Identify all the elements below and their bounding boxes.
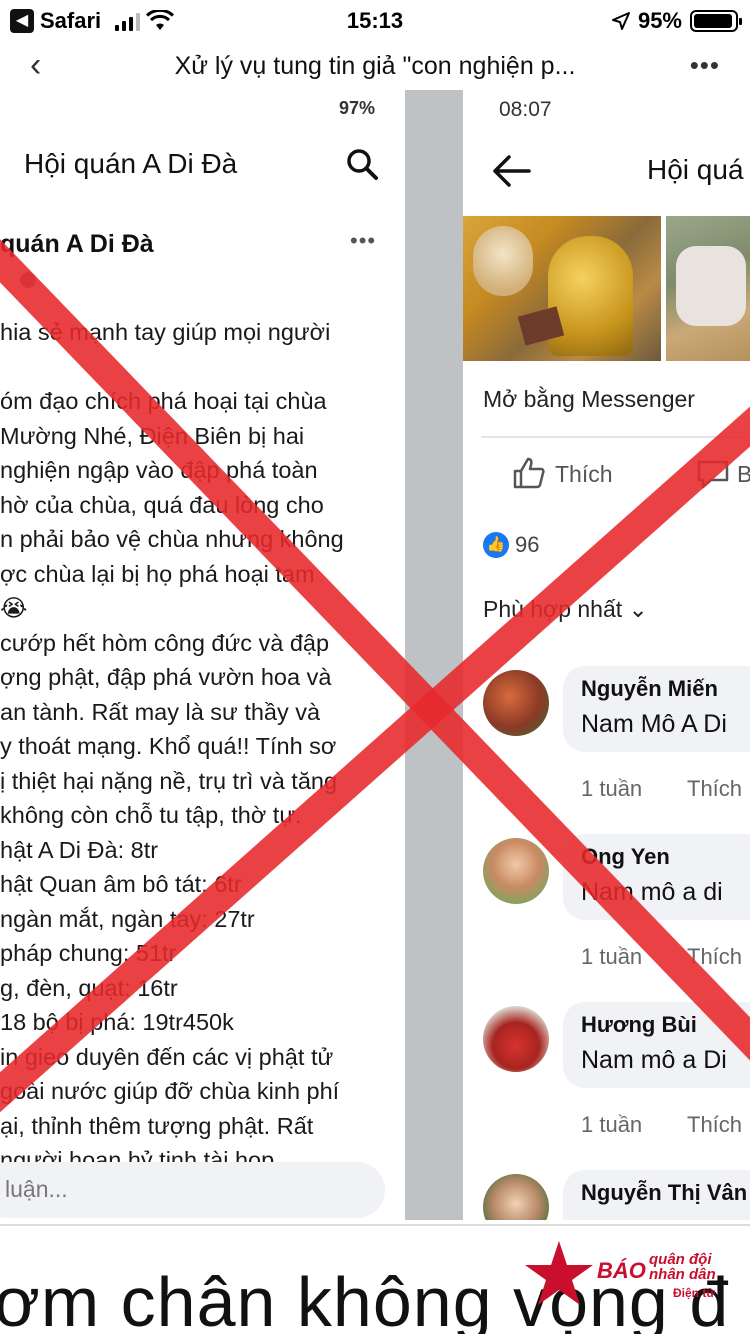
facebook-post-screenshot: 97% Hội quán A Di Đà quán A Di Đà ••• hi… — [0, 90, 405, 1220]
avatar — [483, 838, 549, 904]
like-badge-icon: 👍 — [483, 532, 509, 558]
separator — [481, 436, 750, 438]
post-body-line: ại, thỉnh thêm tượng phật. Rất — [0, 1112, 314, 1139]
post-body-text: hia sẻ mạnh tay giúp mọi người óm đạo chí… — [0, 315, 400, 1178]
screenshot-divider — [405, 90, 463, 1220]
logo-text-bao: BÁO — [597, 1258, 646, 1283]
logo-text-dien-tu: Điện tử — [673, 1286, 716, 1300]
post-body-line: không còn chỗ tu tập, thờ tự. — [0, 802, 302, 828]
reaction-summary: 👍 96 — [483, 532, 539, 558]
post-body-line: g, đèn, quạt: 16tr — [0, 974, 178, 1001]
avatar — [483, 1174, 549, 1220]
post-body-line: an tành. Rất may là sư thầy và — [0, 698, 321, 725]
comment-text: Nam mô a di — [581, 878, 723, 906]
comment-bubble-icon — [697, 460, 729, 489]
page-title: Xử lý vụ tung tin giả "con nghiện p... — [174, 52, 576, 80]
more-horizontal-icon: ••• — [350, 228, 377, 253]
search-icon — [347, 149, 378, 180]
post-body-line: ngàn mắt, ngàn tay: 27tr — [0, 905, 255, 932]
red-star-icon — [525, 1241, 593, 1305]
post-body-line — [0, 350, 400, 385]
screenshot-time: 08:07 — [499, 98, 552, 121]
post-body-line: ợng phật, đập phá vườn hoa và — [0, 664, 332, 690]
location-arrow-icon — [611, 12, 630, 30]
article-image[interactable]: 97% Hội quán A Di Đà quán A Di Đà ••• hi… — [0, 90, 750, 1220]
logo-text-nhan-dan: nhân dân — [649, 1266, 716, 1283]
comment-time: 1 tuần — [581, 1112, 643, 1137]
battery-icon — [690, 10, 742, 32]
thumbs-up-icon — [513, 457, 545, 489]
comment-time: 1 tuần — [581, 776, 643, 801]
battery-level — [694, 14, 732, 28]
comment-item: Nguyễn Miến Nam Mô A Di 1 tuần Thích — [463, 666, 750, 830]
damaged-statue-photo — [463, 216, 661, 361]
logo-text-quan-doi: quân đội — [649, 1251, 712, 1268]
post-body-line: pháp chung: 51tr — [0, 940, 177, 966]
open-in-messenger: Mở bằng Messenger — [483, 386, 695, 412]
post-body-line: hật A Di Đà: 8tr — [0, 836, 159, 863]
post-body-line: cướp hết hòm công đức và đập — [0, 629, 330, 656]
screenshot-header-title: Hội quán A Di Đà — [24, 148, 238, 179]
comment-like: Thích — [687, 944, 743, 969]
status-bar-right: 95% — [611, 8, 742, 34]
post-body-line: ị thiệt hại nặng nề, trụ trì và tăng — [0, 767, 338, 794]
comment-sort-label: Phù hợp nhất ⌄ — [483, 596, 648, 622]
comment-item: Nguyễn Thị Vân — [463, 1170, 750, 1220]
post-body-line: n phải bảo vệ chùa nhưng không — [0, 526, 344, 552]
reaction-count: 96 — [515, 532, 540, 557]
arrow-left-icon — [493, 155, 531, 187]
avatar — [483, 1006, 549, 1072]
comment-item: Ong Yen Nam mô a di 1 tuần Thích — [463, 834, 750, 998]
post-body-line: y thoát mạng. Khổ quá!! Tính sơ — [0, 733, 337, 759]
photo-thumbnail — [666, 216, 750, 361]
post-body-line: hia sẻ mạnh tay giúp mọi người — [0, 319, 331, 345]
comment-text: Nam mô a Di — [581, 1046, 727, 1074]
comment-author: Nguyễn Miến — [581, 676, 718, 701]
post-body-line: in gieo duyên đến các vị phật tử — [0, 1043, 334, 1070]
post-body-line: 😭 — [0, 595, 28, 621]
globe-icon — [20, 272, 36, 288]
comment-like: Thích — [687, 776, 743, 801]
like-action-label: Thích — [555, 461, 613, 487]
comment-like: Thích — [687, 1112, 743, 1137]
status-bar: ◀ Safari 15:13 95% — [0, 0, 750, 40]
post-body-line: goài nước giúp đỡ chùa kinh phí — [0, 1078, 340, 1104]
back-chevron-icon[interactable]: ‹ — [30, 48, 41, 82]
post-body-line: óm đạo chích phá hoại tại chùa — [0, 388, 327, 414]
comment-time: 1 tuần — [581, 944, 643, 969]
logo-text-qdnd: quân đội nhân dân — [649, 1252, 716, 1282]
navigation-bar: ‹ Xử lý vụ tung tin giả "con nghiện p...… — [0, 40, 750, 90]
comment-author: Ong Yen — [581, 844, 670, 869]
battery-percent: 95% — [637, 8, 682, 33]
post-body-line: hờ của chùa, quá đau lòng cho — [0, 491, 324, 518]
divider — [0, 1224, 750, 1226]
post-body-line: ợc chùa lại bị họ phá hoại tam — [0, 560, 315, 587]
avatar — [483, 670, 549, 736]
newspaper-logo: BÁO quân đội nhân dân Điện tử — [523, 1238, 743, 1318]
comment-item: Hương Bùi Nam mô a Di 1 tuần Thích — [463, 1002, 750, 1166]
post-page-name: quán A Di Đà — [0, 230, 154, 258]
post-body-line: hật Quan âm bô tát: 6tr — [0, 871, 242, 897]
post-body-line: Mường Nhé, Điện Biên bị hai — [0, 422, 305, 449]
comment-author: Nguyễn Thị Vân — [581, 1180, 748, 1205]
comment-author: Hương Bùi — [581, 1012, 697, 1037]
comment-input-box: luận... — [0, 1162, 385, 1218]
screenshot-status-battery: 97% — [338, 98, 375, 118]
facebook-comments-screenshot: 08:07 Hội quá Mở bằng Messenger Thích B … — [463, 90, 750, 1220]
more-options-icon[interactable]: ••• — [690, 50, 720, 81]
comment-text: Nam Mô A Di — [581, 710, 727, 738]
screenshot-header-title-right: Hội quá — [647, 154, 744, 185]
post-body-line: 18 bộ bị phá: 19tr450k — [0, 1009, 234, 1035]
post-body-line: nghiện ngập vào đập phá toàn — [0, 457, 318, 483]
comment-action-label: B — [737, 461, 750, 487]
